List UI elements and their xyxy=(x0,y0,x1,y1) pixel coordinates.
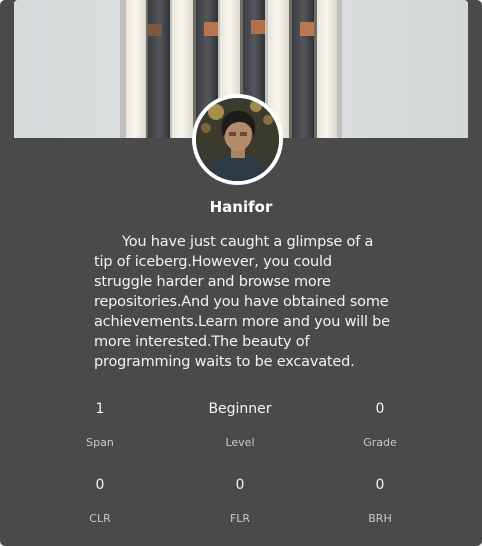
stat-value: Beginner xyxy=(208,401,272,417)
stat-clr: 0 CLR xyxy=(50,476,150,526)
profile-card: Hanifor You have just caught a glimpse o… xyxy=(0,0,482,546)
stat-label: FLR xyxy=(229,512,251,525)
avatar-photo xyxy=(196,98,279,181)
stat-span: 1 Span xyxy=(50,400,150,450)
stat-value: 0 xyxy=(95,477,105,493)
stat-flr: 0 FLR xyxy=(190,476,290,526)
stat-value: 0 xyxy=(235,477,245,493)
profile-name: Hanifor xyxy=(209,198,273,216)
profile-bio: You have just caught a glimpse of a tip … xyxy=(94,234,390,370)
stat-brh: 0 BRH xyxy=(330,476,430,526)
stat-value: 0 xyxy=(375,477,385,493)
stat-label: BRH xyxy=(368,512,392,525)
stat-label: CLR xyxy=(89,512,111,525)
stat-value: 1 xyxy=(95,401,105,417)
stat-level: Beginner Level xyxy=(190,400,290,450)
stat-label: Grade xyxy=(363,436,397,449)
avatar[interactable] xyxy=(192,94,283,185)
stat-value: 0 xyxy=(375,401,385,417)
stat-label: Level xyxy=(225,436,255,449)
stat-label: Span xyxy=(86,436,114,449)
stat-grade: 0 Grade xyxy=(330,400,430,450)
